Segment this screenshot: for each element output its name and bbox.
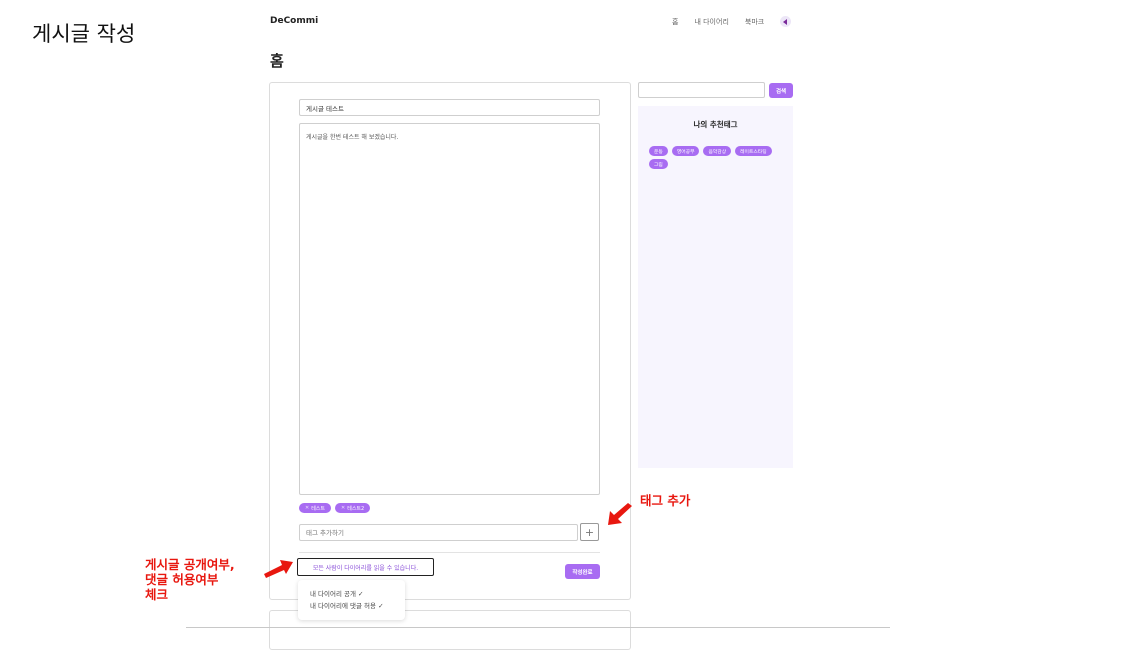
recommended-tag-list: 운동 영어공부 음악감상 레이트스타팅 그림 <box>649 146 789 169</box>
nav-bookmark[interactable]: 북마크 <box>745 17 764 27</box>
divider <box>299 552 600 553</box>
nav-my-diary[interactable]: 내 다이어리 <box>694 17 728 27</box>
post-title-input[interactable] <box>299 99 600 116</box>
annotation-tag-add: 태그 추가 <box>640 493 691 508</box>
recommended-tags-panel: 나의 추천태그 운동 영어공부 음악감상 레이트스타팅 그림 <box>638 106 793 468</box>
dropdown-option-public[interactable]: 내 다이어리 공개 ✓ <box>310 588 393 600</box>
annotation-privacy-note: 게시글 공개여부, 댓글 허용여부 체크 <box>145 557 235 602</box>
top-nav: 홈 내 다이어리 북마크 <box>672 16 792 27</box>
nav-home[interactable]: 홈 <box>672 17 678 27</box>
recommended-tag[interactable]: 영어공부 <box>671 146 700 156</box>
annotation-arrow-icon <box>264 560 293 578</box>
page-title: 홈 <box>270 52 284 70</box>
search-input[interactable] <box>638 82 765 98</box>
recommended-tag[interactable]: 운동 <box>649 146 668 156</box>
tag-chip[interactable]: ✕ 테스트2 <box>335 503 371 513</box>
submit-button[interactable]: 작성완료 <box>565 564 600 579</box>
dropdown-option-comments[interactable]: 내 다이어리에 댓글 허용 ✓ <box>310 600 393 612</box>
tag-input[interactable] <box>299 524 578 541</box>
brand-logo[interactable]: DeCommi <box>270 16 318 26</box>
recommended-tag[interactable]: 그림 <box>649 159 668 169</box>
annotation-arrow-icon <box>608 503 632 525</box>
privacy-settings-button[interactable]: 모든 사람이 다이어리를 읽을 수 있습니다. <box>297 558 434 576</box>
add-tag-button[interactable]: + <box>580 523 599 541</box>
remove-tag-icon[interactable]: ✕ <box>341 505 345 511</box>
tag-chip[interactable]: ✕ 테스트 <box>299 503 332 513</box>
privacy-dropdown: 내 다이어리 공개 ✓ 내 다이어리에 댓글 허용 ✓ <box>298 580 405 620</box>
recommended-tag[interactable]: 음악감상 <box>703 146 732 156</box>
post-content-textarea[interactable]: 게시글을 한번 테스트 해 보겠습니다. <box>299 123 600 495</box>
tag-list: ✕ 테스트 ✕ 테스트2 <box>299 503 371 513</box>
recommended-tag[interactable]: 레이트스타팅 <box>735 146 772 156</box>
search-button[interactable]: 검색 <box>769 83 793 98</box>
recommended-tags-title: 나의 추천태그 <box>693 120 738 129</box>
theme-toggle-icon[interactable] <box>780 16 792 27</box>
divider <box>186 627 890 628</box>
remove-tag-icon[interactable]: ✕ <box>305 505 309 511</box>
slide-title: 게시글 작성 <box>32 22 136 46</box>
